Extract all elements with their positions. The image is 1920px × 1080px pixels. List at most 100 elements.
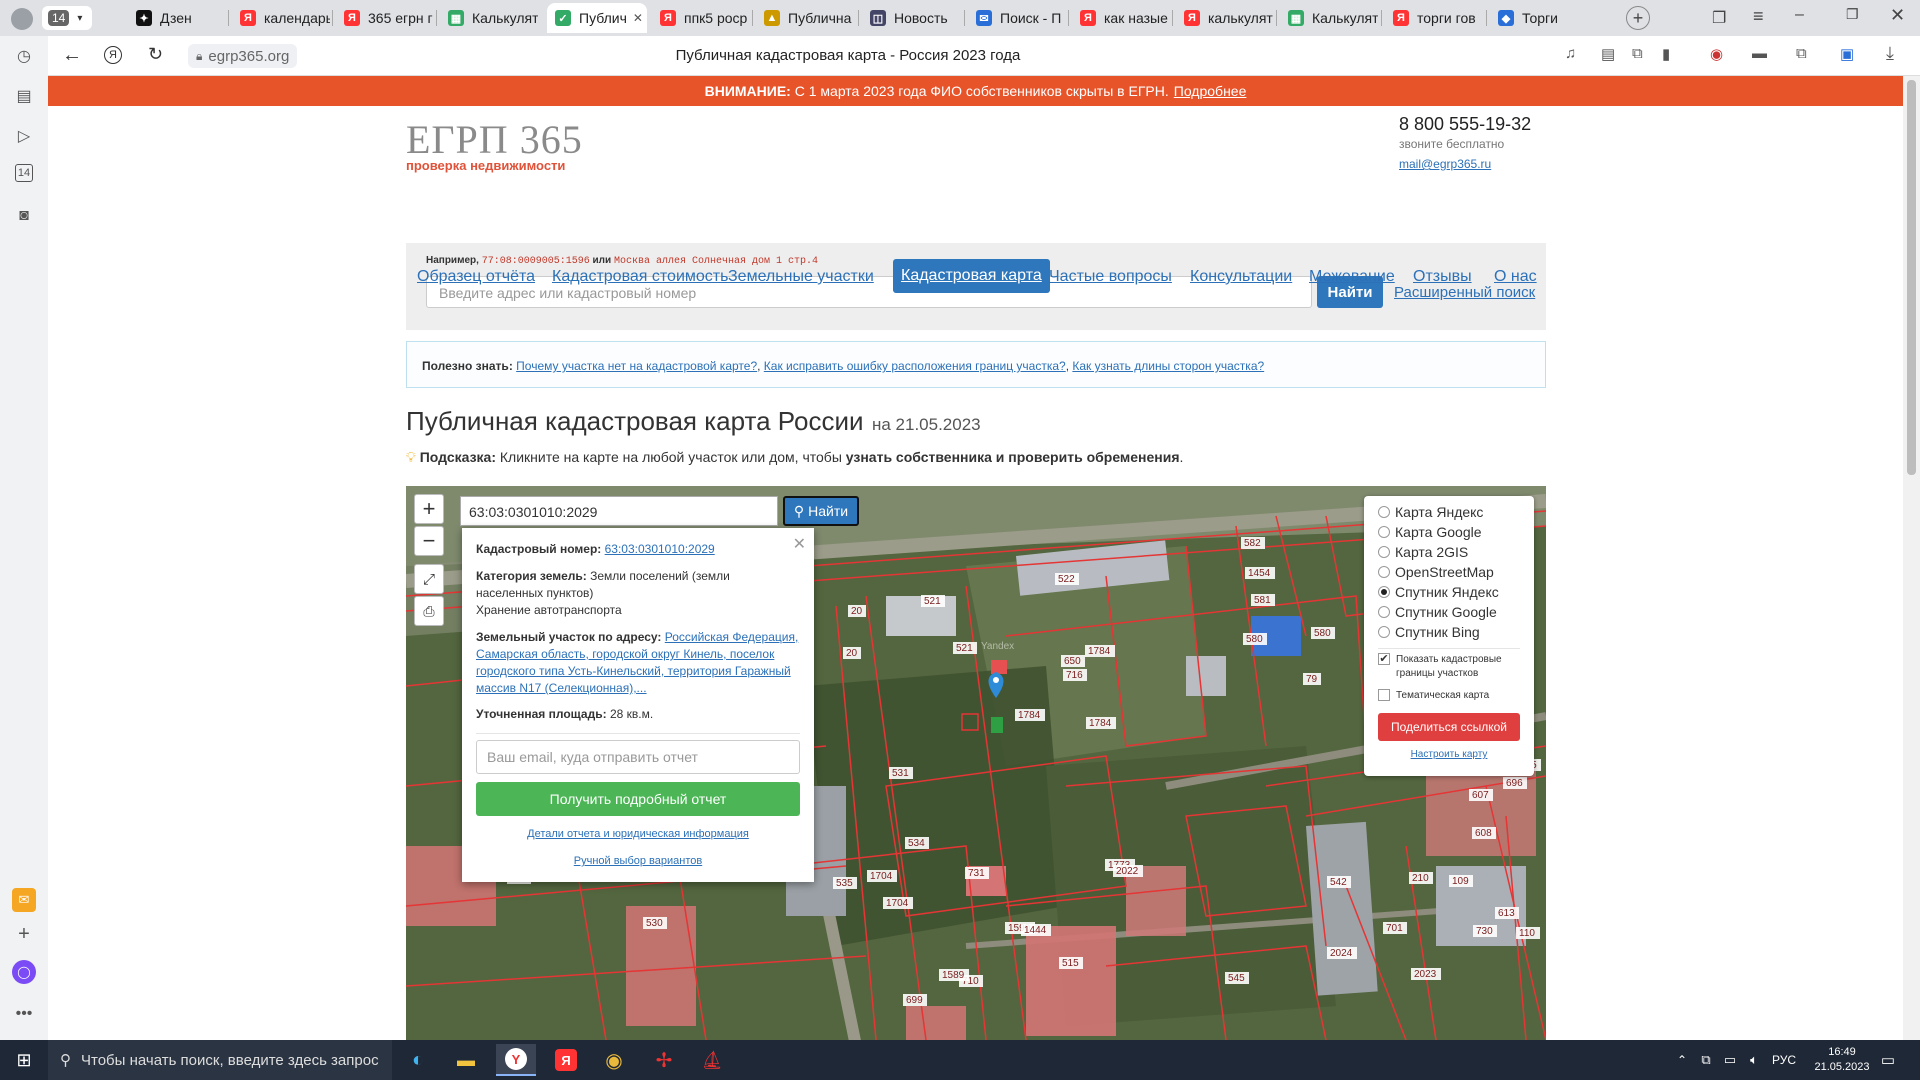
thematic-checkbox[interactable] <box>1378 689 1390 701</box>
close-icon[interactable]: ✕ <box>793 534 806 554</box>
scrollbar-thumb[interactable] <box>1907 80 1916 475</box>
parcel-number-label[interactable]: 542 <box>1330 877 1347 888</box>
collections-icon[interactable]: ▤ <box>12 84 36 108</box>
nav-item[interactable]: Земельные участки <box>728 268 874 286</box>
browser-tab[interactable]: Яппк5 роср <box>652 3 750 33</box>
map-layer-option[interactable]: Спутник Bing <box>1378 622 1520 642</box>
browser-tab[interactable]: Якак назые <box>1072 3 1170 33</box>
parcel-number-label[interactable]: 20 <box>851 606 863 617</box>
parcel-number-label[interactable]: 1784 <box>1088 646 1111 657</box>
browser-tab[interactable]: ✉ Поиск - П <box>968 3 1066 33</box>
restore-icon[interactable]: ❐ <box>1846 6 1859 23</box>
parcel-number-label[interactable]: 613 <box>1498 908 1515 919</box>
bookmarks-bar-icon[interactable]: ❐ <box>1712 8 1726 28</box>
layer-radio[interactable] <box>1378 606 1390 618</box>
layer-radio[interactable] <box>1378 626 1390 638</box>
parcel-number-label[interactable]: 696 <box>1506 778 1523 789</box>
close-tab-icon[interactable]: ✕ <box>633 11 643 25</box>
zoom-in-button[interactable]: + <box>414 494 444 524</box>
map-search-button[interactable]: ⚲ Найти <box>783 496 859 526</box>
parcel-number-label[interactable]: 535 <box>836 878 853 889</box>
parcel-number-label[interactable]: 79 <box>1306 674 1318 685</box>
windows-start-icon[interactable]: ⊞ <box>4 1044 44 1076</box>
parcel-number-label[interactable]: 608 <box>1475 828 1492 839</box>
parcel-number-label[interactable]: 731 <box>968 868 985 879</box>
share-link-button[interactable]: Поделиться ссылкой <box>1378 713 1520 741</box>
phone[interactable]: 8 800 555-19-32 <box>1399 114 1531 135</box>
edge-icon[interactable]: ◐ <box>398 1044 438 1076</box>
fullscreen-icon[interactable]: ⤢ <box>414 564 444 594</box>
parcel-number-label[interactable]: 1704 <box>870 871 893 882</box>
explorer-icon[interactable]: ▬ <box>446 1044 486 1076</box>
parcel-number-label[interactable]: 580 <box>1314 628 1331 639</box>
nav-item[interactable]: Образец отчёта <box>417 268 535 286</box>
advanced-search-link[interactable]: Расширенный поиск <box>1394 284 1535 301</box>
zoom-out-button[interactable]: − <box>414 526 444 556</box>
map-layer-option[interactable]: OpenStreetMap <box>1378 562 1520 582</box>
print-icon[interactable]: ⎙ <box>414 596 444 626</box>
map-layer-option[interactable]: Карта Google <box>1378 522 1520 542</box>
protect-icon[interactable]: ▬ <box>1752 45 1767 62</box>
app-icon-boat[interactable]: ⛵︎ <box>692 1044 732 1076</box>
account-icon[interactable]: ▣ <box>1840 45 1854 63</box>
nav-item[interactable]: Консультации <box>1190 268 1292 286</box>
parcel-number-label[interactable]: 716 <box>1066 670 1083 681</box>
calendar-icon[interactable]: 14 <box>15 164 33 182</box>
report-email-input[interactable]: Ваш email, куда отправить отчет <box>476 740 800 774</box>
parcel-number-label[interactable]: 699 <box>906 995 923 1006</box>
browser-tab[interactable]: Я 365 егрн г <box>336 3 434 33</box>
parcel-number-label[interactable]: 521 <box>924 596 941 607</box>
email-link[interactable]: mail@egrp365.ru <box>1399 157 1531 171</box>
page-scrollbar[interactable] <box>1903 76 1920 1040</box>
parcel-number-label[interactable]: 1704 <box>886 898 909 909</box>
parcel-number-label[interactable]: 2024 <box>1330 948 1353 959</box>
layer-radio[interactable] <box>1378 586 1390 598</box>
menu-icon[interactable]: ≡ <box>1753 6 1764 27</box>
nav-item[interactable]: О нас <box>1494 268 1537 286</box>
browser-tab[interactable]: ◆ Торги <box>1490 3 1588 33</box>
example-cad-number[interactable]: 77:08:0009005:1596 <box>482 256 590 267</box>
parcel-number-label[interactable]: 522 <box>1058 574 1075 585</box>
translate-icon[interactable]: ⧉ <box>1632 45 1643 62</box>
parcel-number-label[interactable]: 1589 <box>942 970 965 981</box>
taskbar-search[interactable]: ⚲ Чтобы начать поиск, введите здесь запр… <box>48 1040 392 1080</box>
more-icon[interactable]: ••• <box>12 1002 36 1026</box>
tip-link-3[interactable]: Как узнать длины сторон участка? <box>1072 359 1264 373</box>
close-window-icon[interactable]: ✕ <box>1890 5 1905 26</box>
parcel-number-label[interactable]: 531 <box>892 768 909 779</box>
extensions-icon[interactable]: ⧉ <box>1796 45 1807 62</box>
video-icon[interactable]: ▷ <box>12 124 36 148</box>
map-layer-option[interactable]: Спутник Google <box>1378 602 1520 622</box>
parcel-number-label[interactable]: 701 <box>1386 923 1403 934</box>
yandex-icon[interactable]: Я <box>546 1044 586 1076</box>
configure-map-link[interactable]: Настроить карту <box>1411 749 1488 760</box>
parcel-number-label[interactable]: 2022 <box>1116 866 1139 877</box>
parcel-number-label[interactable]: 521 <box>956 643 973 654</box>
parcel-number-label[interactable]: 534 <box>908 838 925 849</box>
notifications-icon[interactable]: ▭ <box>1868 1044 1908 1076</box>
screenshot-icon[interactable]: ◙ <box>12 204 36 228</box>
browser-tab[interactable]: Якалендарь <box>232 3 330 33</box>
minimize-icon[interactable]: – <box>1795 6 1804 24</box>
browser-tab[interactable]: ◫ Новость <box>862 3 960 33</box>
parcel-number-label[interactable]: 1784 <box>1089 718 1112 729</box>
parcel-number-label[interactable]: 607 <box>1472 790 1489 801</box>
example-address[interactable]: Москва аллея Солнечная дом 1 стр.4 <box>614 256 818 267</box>
tip-link-1[interactable]: Почему участка нет на кадастровой карте? <box>516 359 757 373</box>
tip-link-2[interactable]: Как исправить ошибку расположения границ… <box>764 359 1066 373</box>
parcel-number-label[interactable]: 545 <box>1228 973 1245 984</box>
parcel-number-label[interactable]: 20 <box>846 648 858 659</box>
map-layer-option[interactable]: Спутник Яндекс <box>1378 582 1520 602</box>
clock[interactable]: 16:49 21.05.2023 <box>1810 1045 1874 1075</box>
nav-item[interactable]: Кадастровая стоимость <box>552 268 728 286</box>
tab-counter[interactable]: 14 ▾ <box>42 6 92 30</box>
site-logo[interactable]: ЕГРП 365 проверка недвижимости <box>406 120 583 174</box>
downloads-icon[interactable]: ⤓ <box>1886 43 1894 64</box>
parcel-number-label[interactable]: 2023 <box>1414 969 1437 980</box>
browser-tab[interactable]: ▲ Публична <box>756 3 854 33</box>
nav-item[interactable]: Частые вопросы <box>1049 268 1172 286</box>
parcel-number-label[interactable]: 1454 <box>1248 568 1271 579</box>
thematic-option[interactable]: Тематическая карта <box>1378 685 1520 705</box>
layer-radio[interactable] <box>1378 546 1390 558</box>
browser-tab[interactable]: ▦ Калькулят <box>440 3 538 33</box>
